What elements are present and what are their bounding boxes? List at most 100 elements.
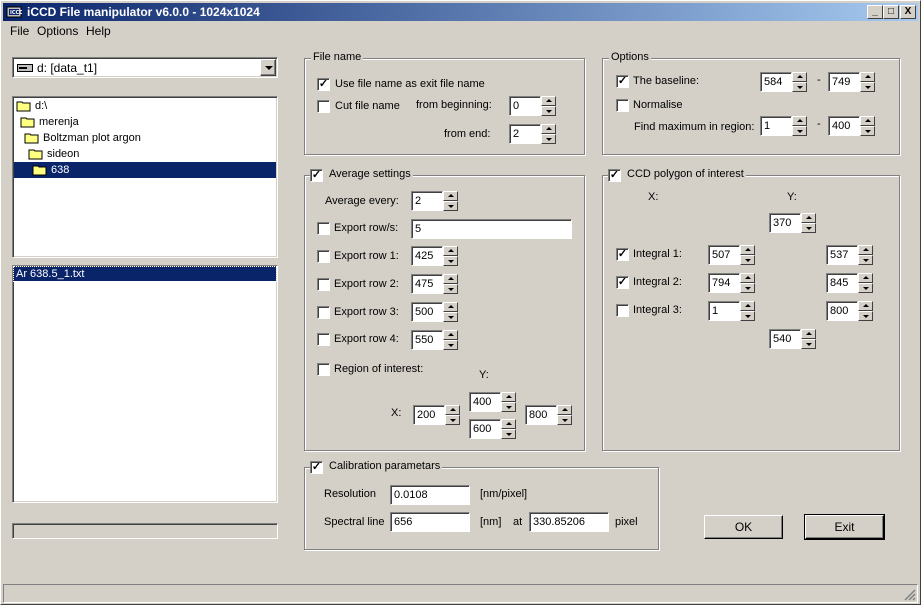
- ccd-bottom-spinner[interactable]: [801, 329, 816, 349]
- roi-y1-spinner[interactable]: [501, 392, 516, 412]
- export-row1-label: Export row 1:: [334, 250, 399, 262]
- ccd-top-spinner[interactable]: [801, 213, 816, 233]
- roi-y2-input[interactable]: 600: [469, 419, 501, 439]
- resolution-input[interactable]: 0.0108: [390, 485, 470, 505]
- from-end-input[interactable]: 2: [509, 124, 541, 144]
- integral3-b-input[interactable]: 800: [826, 301, 858, 321]
- chevron-down-icon[interactable]: [260, 59, 276, 76]
- tree-item-root[interactable]: d:\: [16, 98, 47, 114]
- from-beginning-spinner[interactable]: [541, 96, 556, 116]
- export-rows-checkbox[interactable]: [317, 222, 330, 235]
- roi-x2-spinner[interactable]: [557, 405, 572, 425]
- tree-item-sideon[interactable]: sideon: [28, 146, 79, 162]
- integral2-a-spinner[interactable]: [740, 273, 755, 293]
- menu-help[interactable]: Help: [86, 24, 111, 38]
- drive-select[interactable]: d: [data_t1]: [12, 57, 278, 78]
- integral3-checkbox[interactable]: [616, 304, 629, 317]
- from-end-label: from end:: [444, 128, 491, 140]
- resize-grip-icon[interactable]: [904, 589, 916, 601]
- average-settings-checkbox[interactable]: ✓: [310, 169, 323, 182]
- use-filename-checkbox[interactable]: ✓: [317, 78, 330, 91]
- export-rows-label: Export row/s:: [334, 222, 399, 234]
- close-button[interactable]: X: [900, 5, 916, 19]
- find-max-from-input[interactable]: 1: [760, 116, 792, 136]
- integral2-b-spinner[interactable]: [858, 273, 873, 293]
- at-label: at: [513, 516, 523, 528]
- find-max-to-input[interactable]: 400: [828, 116, 860, 136]
- baseline-from-input[interactable]: 584: [760, 72, 792, 92]
- menu-options[interactable]: Options: [37, 24, 78, 38]
- spectral-line-input[interactable]: 656: [390, 512, 470, 532]
- maximize-button[interactable]: □: [883, 5, 899, 19]
- export-row3-input[interactable]: 500: [411, 302, 443, 322]
- pixel-input[interactable]: 330.85206: [529, 512, 609, 532]
- integral2-a-input[interactable]: 794: [708, 273, 740, 293]
- roi-y2-spinner[interactable]: [501, 419, 516, 439]
- from-end-spinner[interactable]: [541, 124, 556, 144]
- integral1-a-input[interactable]: 507: [708, 245, 740, 265]
- app-icon: ICCD: [6, 6, 22, 18]
- region-of-interest-checkbox[interactable]: [317, 363, 330, 376]
- integral3-b-spinner[interactable]: [858, 301, 873, 321]
- file-name-group-title: File name: [311, 51, 364, 63]
- directory-tree[interactable]: d:\ merenja Boltzman plot argon sideon 6…: [12, 96, 278, 258]
- find-max-to-spinner[interactable]: [860, 116, 875, 136]
- baseline-from-spinner[interactable]: [792, 72, 807, 92]
- exit-button[interactable]: Exit: [804, 514, 885, 540]
- file-name-group: File name ✓ Use file name as exit file n…: [304, 51, 585, 155]
- normalise-label: Normalise: [633, 99, 683, 111]
- region-of-interest-label: Region of interest:: [334, 363, 424, 375]
- integral1-a-spinner[interactable]: [740, 245, 755, 265]
- cut-filename-label: Cut file name: [335, 100, 400, 112]
- export-rows-input[interactable]: 5: [411, 219, 572, 239]
- tree-item-boltzman[interactable]: Boltzman plot argon: [24, 130, 141, 146]
- options-group: Options ✓ The baseline: 584 - 749 Normal…: [602, 51, 900, 155]
- export-row1-spinner[interactable]: [443, 246, 458, 266]
- ok-button[interactable]: OK: [704, 515, 783, 539]
- integral1-b-spinner[interactable]: [858, 245, 873, 265]
- list-item[interactable]: Ar 638.5_1.txt: [13, 266, 277, 282]
- file-list[interactable]: Ar 638.5_1.txt: [12, 265, 278, 503]
- find-max-from-spinner[interactable]: [792, 116, 807, 136]
- ccd-polygon-checkbox[interactable]: ✓: [608, 169, 621, 182]
- from-beginning-input[interactable]: 0: [509, 96, 541, 116]
- ccd-bottom-input[interactable]: 540: [769, 329, 801, 349]
- export-row2-spinner[interactable]: [443, 274, 458, 294]
- tree-item-merenja[interactable]: merenja: [20, 114, 79, 130]
- integral2-b-input[interactable]: 845: [826, 273, 858, 293]
- minimize-button[interactable]: _: [867, 5, 883, 19]
- export-row3-checkbox[interactable]: [317, 306, 330, 319]
- integral3-a-input[interactable]: 1: [708, 301, 740, 321]
- baseline-to-spinner[interactable]: [860, 72, 875, 92]
- pixel-label: pixel: [615, 516, 638, 528]
- export-row4-checkbox[interactable]: [317, 333, 330, 346]
- roi-x1-input[interactable]: 200: [413, 405, 445, 425]
- normalise-checkbox[interactable]: [616, 99, 629, 112]
- menu-file[interactable]: File: [10, 24, 29, 38]
- average-every-input[interactable]: 2: [411, 191, 443, 211]
- spectral-line-unit: [nm]: [480, 516, 502, 528]
- integral1-checkbox[interactable]: ✓: [616, 248, 629, 261]
- export-row4-spinner[interactable]: [443, 330, 458, 350]
- average-every-spinner[interactable]: [443, 191, 458, 211]
- tree-item-638[interactable]: 638: [14, 162, 276, 178]
- roi-y1-input[interactable]: 400: [469, 392, 501, 412]
- ccd-top-input[interactable]: 370: [769, 213, 801, 233]
- export-row1-input[interactable]: 425: [411, 246, 443, 266]
- roi-x2-input[interactable]: 800: [525, 405, 557, 425]
- calibration-checkbox[interactable]: ✓: [310, 461, 323, 474]
- baseline-to-input[interactable]: 749: [828, 72, 860, 92]
- baseline-checkbox[interactable]: ✓: [616, 75, 629, 88]
- integral1-b-input[interactable]: 537: [826, 245, 858, 265]
- export-row4-input[interactable]: 550: [411, 330, 443, 350]
- find-max-label: Find maximum in region:: [634, 121, 755, 133]
- cut-filename-checkbox[interactable]: [317, 100, 330, 113]
- export-row2-checkbox[interactable]: [317, 278, 330, 291]
- export-row2-input[interactable]: 475: [411, 274, 443, 294]
- roi-x1-spinner[interactable]: [445, 405, 460, 425]
- export-row3-label: Export row 3:: [334, 306, 399, 318]
- integral3-a-spinner[interactable]: [740, 301, 755, 321]
- export-row3-spinner[interactable]: [443, 302, 458, 322]
- export-row1-checkbox[interactable]: [317, 250, 330, 263]
- integral2-checkbox[interactable]: ✓: [616, 276, 629, 289]
